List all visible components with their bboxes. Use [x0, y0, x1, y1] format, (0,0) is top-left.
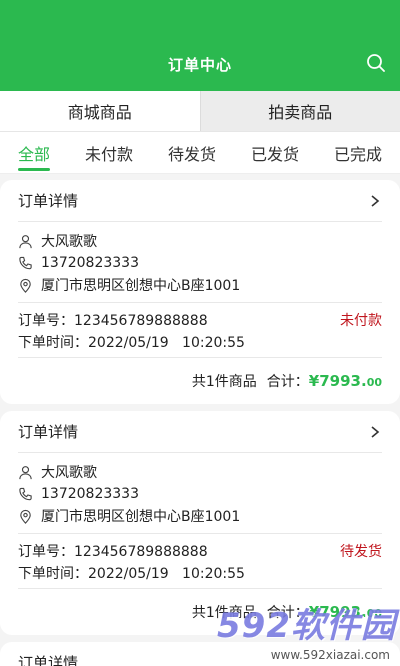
order-card-title: 订单详情 — [18, 654, 79, 666]
user-icon — [19, 234, 32, 248]
order-total: ¥7993.00 — [308, 372, 382, 390]
order-no: 123456789888888 — [74, 313, 208, 329]
status-badge: 未付款 — [340, 313, 382, 329]
address-block: 大风歌歌 13720823333 厦门市思明区创想中心B座1001 — [18, 222, 382, 303]
tab-all[interactable]: 全部 — [18, 132, 51, 174]
watermark-url: www.592xiazai.com — [270, 648, 390, 662]
status-tabs: 全部 未付款 待发货 已发货 已完成 — [0, 132, 400, 174]
chevron-right-icon[interactable] — [368, 194, 382, 208]
recipient-address: 厦门市思明区创想中心B座1001 — [41, 278, 241, 294]
order-card-header[interactable]: 订单详情 — [18, 180, 382, 222]
tab-unpaid[interactable]: 未付款 — [85, 132, 133, 174]
order-info: 订单号：123456789888888 未付款 下单时间：2022/05/19 … — [18, 303, 382, 358]
chevron-right-icon[interactable] — [368, 425, 382, 439]
tab-auction-goods[interactable]: 拍卖商品 — [199, 91, 400, 131]
order-card-title: 订单详情 — [18, 423, 79, 441]
search-icon[interactable] — [366, 53, 386, 73]
tab-completed[interactable]: 已完成 — [334, 132, 382, 174]
order-no: 123456789888888 — [74, 544, 208, 560]
location-icon — [20, 509, 31, 524]
user-icon — [19, 465, 32, 479]
tab-mall-goods[interactable]: 商城商品 — [0, 91, 200, 131]
tab-shipped[interactable]: 已发货 — [251, 132, 299, 174]
phone-icon — [19, 487, 32, 500]
order-card-header[interactable]: 订单详情 — [18, 411, 382, 453]
watermark: 592软件园 www.592xiazai.com — [200, 598, 396, 664]
address-block: 大风歌歌 13720823333 厦门市思明区创想中心B座1001 — [18, 453, 382, 534]
app-header: 订单中心 — [0, 0, 400, 91]
recipient-phone: 13720823333 — [41, 486, 139, 502]
phone-icon — [19, 256, 32, 269]
order-list: 订单详情 大风歌歌 13720823333 厦门市思明区创想中心B座1001 订… — [0, 174, 400, 666]
order-no-label: 订单号： — [18, 544, 74, 560]
total-label: 合计： — [266, 374, 309, 390]
recipient-address: 厦门市思明区创想中心B座1001 — [41, 509, 241, 525]
item-count: 共1件商品 — [191, 374, 257, 390]
order-time-label: 下单时间： — [18, 335, 88, 351]
recipient-phone: 13720823333 — [41, 255, 139, 271]
recipient-name: 大风歌歌 — [41, 465, 97, 481]
tab-to-ship[interactable]: 待发货 — [168, 132, 216, 174]
watermark-logo: 592软件园 — [217, 606, 396, 646]
order-card-title: 订单详情 — [18, 192, 79, 210]
order-no-label: 订单号： — [18, 313, 74, 329]
order-time: 2022/05/19 10:20:55 — [88, 566, 245, 582]
order-info: 订单号：123456789888888 待发货 下单时间：2022/05/19 … — [18, 534, 382, 589]
recipient-name: 大风歌歌 — [41, 234, 97, 250]
order-time: 2022/05/19 10:20:55 — [88, 335, 245, 351]
page-title: 订单中心 — [167, 56, 232, 74]
order-card: 订单详情 大风歌歌 13720823333 厦门市思明区创想中心B座1001 订… — [0, 180, 400, 404]
order-time-label: 下单时间： — [18, 566, 88, 582]
status-badge: 待发货 — [340, 544, 382, 560]
location-icon — [20, 278, 31, 293]
category-tabs: 商城商品 拍卖商品 — [0, 91, 400, 132]
order-summary: 共1件商品 合计： ¥7993.00 — [18, 358, 382, 404]
